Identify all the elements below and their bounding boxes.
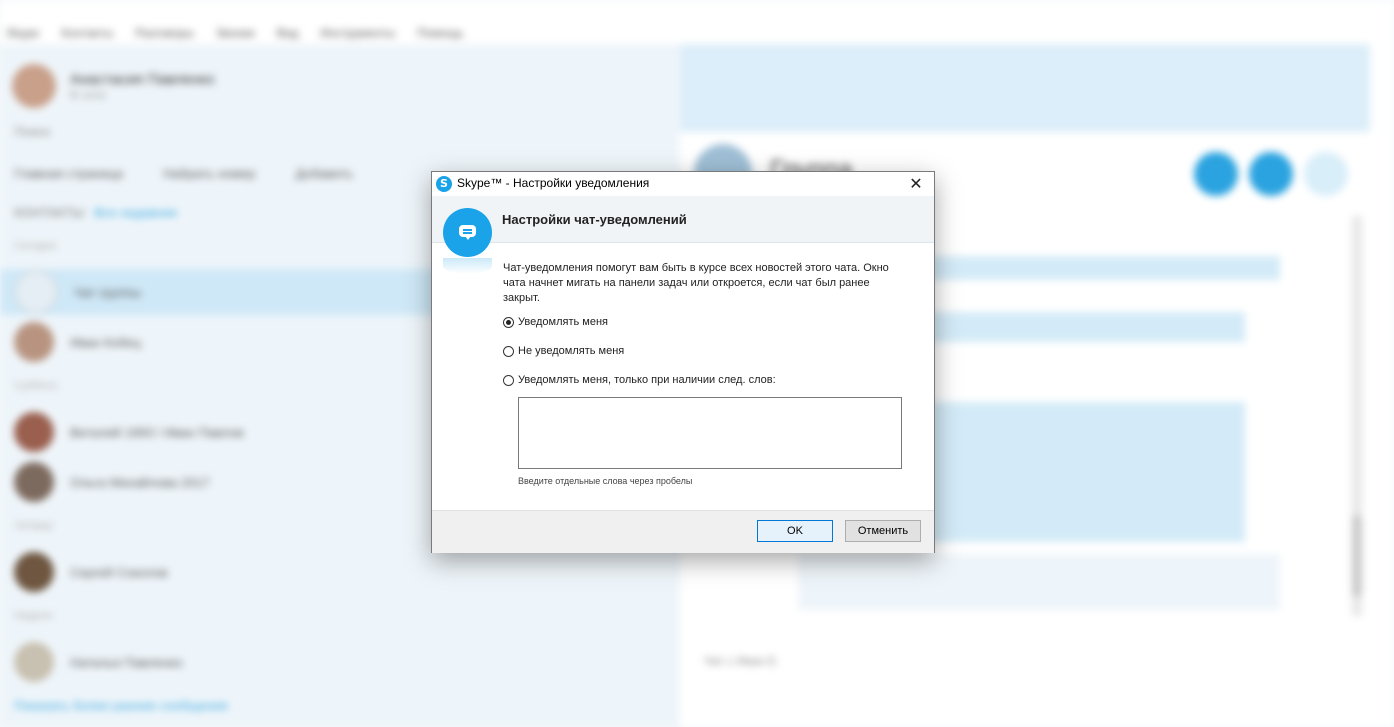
contact-name: Иван Кобец xyxy=(70,334,141,350)
ok-button[interactable]: OK xyxy=(757,520,833,542)
notification-settings-dialog: S Skype™ - Настройки уведомления ✕ Настр… xyxy=(431,171,935,553)
dialog-header: Настройки чат-уведомлений xyxy=(432,196,934,243)
dialog-footer: OK Отменить xyxy=(432,510,934,553)
contact-name: Сергей Соколов xyxy=(70,564,168,580)
chat-scrollbar[interactable] xyxy=(1352,216,1362,616)
add-participant-icon[interactable] xyxy=(1304,152,1348,196)
list-item[interactable]: Сергей Соколов xyxy=(0,549,680,595)
menu-item[interactable]: Контакты xyxy=(61,22,113,44)
radio-label: Уведомлять меня, только при наличии след… xyxy=(518,374,776,386)
dialog-title: Skype™ - Настройки уведомления xyxy=(457,176,650,190)
more-messages-link[interactable]: Показать более ранние сообщения xyxy=(14,698,228,713)
avatar xyxy=(14,552,54,592)
radio-button-checked[interactable] xyxy=(503,316,514,328)
call-icon[interactable] xyxy=(1249,152,1293,196)
radio-notify-me[interactable]: Уведомлять меня xyxy=(503,316,608,328)
dialog-description: Чат-уведомления помогут вам быть в курсе… xyxy=(503,262,889,304)
avatar xyxy=(14,270,58,314)
avatar xyxy=(14,642,54,682)
cancel-button[interactable]: Отменить xyxy=(845,520,921,542)
video-call-icon[interactable] xyxy=(1194,152,1238,196)
message-bubble xyxy=(930,402,1245,542)
contact-name: Наталья Павленко xyxy=(70,654,183,670)
chat-banner xyxy=(680,44,1370,132)
menu-item[interactable]: Инструменты xyxy=(320,22,395,44)
home-button[interactable]: Главная страница xyxy=(14,166,123,181)
contacts-filter[interactable]: Все недавние xyxy=(94,205,178,220)
message-bubble xyxy=(798,554,1280,610)
chat-bubble-icon xyxy=(443,208,492,257)
avatar xyxy=(14,462,54,502)
contact-name: Виталий 1993 / Иван Павлов xyxy=(70,424,244,440)
avatar xyxy=(14,322,54,362)
icon-reflection xyxy=(443,258,492,274)
dialog-heading: Настройки чат-уведомлений xyxy=(502,212,687,227)
close-icon[interactable]: ✕ xyxy=(904,172,928,196)
profile-name: Анастасия Павленко xyxy=(70,70,215,88)
contacts-label: КОНТАКТЫ xyxy=(14,205,85,220)
menu-item[interactable]: Вид xyxy=(277,22,299,44)
chat-input[interactable]: Чат с Иван Е. xyxy=(704,654,779,668)
scrollbar-thumb[interactable] xyxy=(1352,516,1362,596)
section-label: Суббота xyxy=(14,380,58,392)
add-button[interactable]: Добавить xyxy=(296,166,353,181)
radio-button[interactable] xyxy=(503,374,514,386)
dialog-titlebar: S Skype™ - Настройки уведомления ✕ xyxy=(432,172,934,196)
avatar xyxy=(12,64,56,108)
keywords-hint: Введите отдельные слова через пробелы xyxy=(518,476,693,486)
keywords-textarea[interactable] xyxy=(518,397,902,469)
search-input[interactable]: Поиск xyxy=(14,124,50,139)
skype-icon: S xyxy=(436,176,452,192)
toolbar: Главная страница Набрать номер Добавить xyxy=(14,166,353,181)
contacts-header: КОНТАКТЫ Все недавние xyxy=(14,205,178,220)
radio-label: Не уведомлять меня xyxy=(518,345,625,357)
message-bubble xyxy=(930,256,1280,280)
profile-status: В сети xyxy=(70,87,106,102)
main-window-titlebar xyxy=(0,0,1394,22)
main-menubar: Skype Контакты Разговоры Звонки Вид Инст… xyxy=(0,22,1394,44)
contact-name: Ольга Михайлова 2017 xyxy=(70,474,211,490)
radio-label: Уведомлять меня xyxy=(518,316,608,328)
contact-name: Чат группы xyxy=(74,284,141,300)
menu-item[interactable]: Звонки xyxy=(216,22,255,44)
radio-button[interactable] xyxy=(503,345,514,357)
radio-notify-keywords[interactable]: Уведомлять меня, только при наличии след… xyxy=(503,374,776,386)
list-item[interactable]: Наталья Павленко xyxy=(0,639,680,685)
radio-do-not-notify[interactable]: Не уведомлять меня xyxy=(503,345,624,357)
profile-header[interactable]: Анастасия Павленко В сети xyxy=(12,64,215,108)
dial-button[interactable]: Набрать номер xyxy=(163,166,255,181)
menu-item[interactable]: Разговоры xyxy=(135,22,194,44)
menu-item[interactable]: Помощь xyxy=(417,22,463,44)
section-label: Четверг xyxy=(14,520,55,532)
section-label: Неделя xyxy=(14,610,53,622)
avatar xyxy=(14,412,54,452)
menu-item[interactable]: Skype xyxy=(6,22,39,44)
message-bubble xyxy=(930,312,1245,342)
section-label: Сегодня xyxy=(14,240,57,252)
chat-glyph xyxy=(459,225,476,240)
